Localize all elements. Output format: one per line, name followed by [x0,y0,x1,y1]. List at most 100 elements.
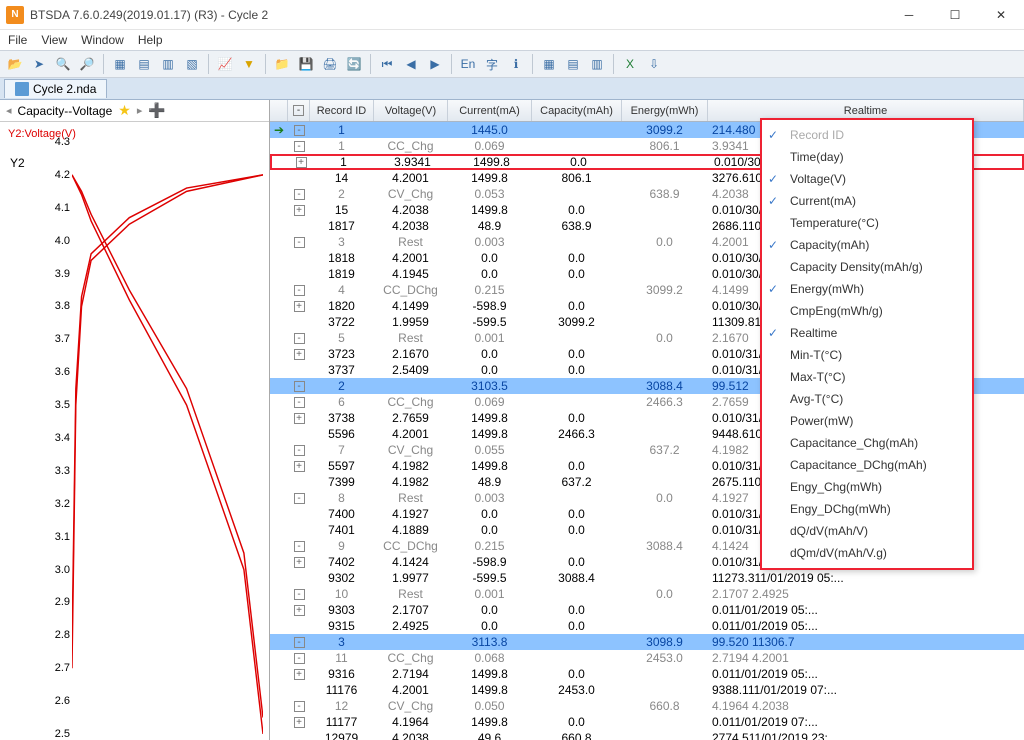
tool-about-icon[interactable]: ℹ [505,53,527,75]
context-menu-label: Capacity Density(mAh/g) [790,260,923,274]
context-menu-item[interactable]: Min-T(°C) [762,344,972,366]
tool-filter-icon[interactable]: ▼ [238,53,260,75]
context-menu-item[interactable]: Engy_Chg(mWh) [762,476,972,498]
tool-save-icon[interactable]: 💾 [295,53,317,75]
cell: 4.1499 [374,299,448,313]
y-tick: 2.5 [55,728,70,740]
cell: 1499.8 [448,683,532,697]
column-context-menu[interactable]: ✓Record IDTime(day)✓Voltage(V)✓Current(m… [760,118,974,570]
context-menu-item[interactable]: Engy_DChg(mWh) [762,498,972,520]
cell: 2466.3 [622,395,708,409]
table-row[interactable]: +93032.17070.00.00.011/01/2019 05:... [270,602,1024,618]
chart-tab-label[interactable]: Capacity--Voltage [18,104,113,118]
tool-export-icon[interactable]: ⇩ [643,53,665,75]
context-menu-item[interactable]: Capacitance_DChg(mAh) [762,454,972,476]
tool-next-icon[interactable]: ▶ [424,53,446,75]
menu-window[interactable]: Window [81,33,124,47]
context-menu-item: ✓Record ID [762,124,972,146]
minimize-button[interactable]: ─ [886,0,932,30]
maximize-button[interactable]: ☐ [932,0,978,30]
grid-header-expand[interactable]: - [288,100,310,121]
context-menu-item[interactable]: Temperature(°C) [762,212,972,234]
context-menu-item[interactable]: Max-T(°C) [762,366,972,388]
separator [370,54,371,74]
table-row[interactable]: -10Rest0.0010.02.1707 2.4925 [270,586,1024,602]
context-menu-item[interactable]: ✓Capacity(mAh) [762,234,972,256]
tool-print-icon[interactable]: 🖨 [319,53,341,75]
tool-layout3-icon[interactable]: ▥ [586,53,608,75]
cell: 0.0 [622,331,708,345]
context-menu-label: dQm/dV(mAh/V.g) [790,546,887,560]
cell: Rest [374,235,448,249]
tool-pointer-icon[interactable]: ➤ [28,53,50,75]
tool-folder-icon[interactable]: 📁 [271,53,293,75]
favorite-icon[interactable]: ★ [118,102,131,119]
close-button[interactable]: ✕ [978,0,1024,30]
col-record-id[interactable]: Record ID [310,100,374,121]
tool-refresh-icon[interactable]: 🔄 [343,53,365,75]
context-menu-item[interactable]: Power(mW) [762,410,972,432]
cell: 0.0 [532,715,622,729]
context-menu-item[interactable]: Time(day) [762,146,972,168]
cell: - [288,589,310,600]
tool-grid1-icon[interactable]: ▦ [109,53,131,75]
tool-grid4-icon[interactable]: ▧ [181,53,203,75]
context-menu-item[interactable]: dQ/dV(mAh/V) [762,520,972,542]
cell: 4.2001 [374,427,448,441]
cell: 4 [310,283,374,297]
tool-en-icon[interactable]: En [457,53,479,75]
table-row[interactable]: -11CC_Chg0.0682453.02.7194 4.2001 [270,650,1024,666]
table-row[interactable]: 111764.20011499.82453.09388.111/01/2019 … [270,682,1024,698]
chart-box[interactable]: Y2 4.34.24.14.03.93.83.73.63.53.43.33.23… [6,142,265,734]
menu-view[interactable]: View [41,33,67,47]
add-tab-icon[interactable]: ➕ [148,102,165,119]
tool-grid3-icon[interactable]: ▥ [157,53,179,75]
cell: 6 [310,395,374,409]
table-row[interactable]: +93162.71941499.80.00.011/01/2019 05:... [270,666,1024,682]
y-tick: 3.7 [55,333,70,345]
tool-layout1-icon[interactable]: ▦ [538,53,560,75]
context-menu-item[interactable]: Capacity Density(mAh/g) [762,256,972,278]
context-menu-item[interactable]: dQm/dV(mAh/V.g) [762,542,972,564]
context-menu-item[interactable]: Avg-T(°C) [762,388,972,410]
tool-excel-icon[interactable]: X [619,53,641,75]
context-menu-item[interactable]: Capacitance_Chg(mAh) [762,432,972,454]
cell: 3088.4 [532,571,622,585]
tool-first-icon[interactable]: ⏮ [376,53,398,75]
context-menu-item[interactable]: ✓Current(mA) [762,190,972,212]
table-row[interactable]: 93021.9977-599.53088.411273.311/01/2019 … [270,570,1024,586]
tool-prev-icon[interactable]: ◀ [400,53,422,75]
context-menu-item[interactable]: ✓Voltage(V) [762,168,972,190]
context-menu-item[interactable]: CmpEng(mWh/g) [762,300,972,322]
table-row[interactable]: 93152.49250.00.00.011/01/2019 05:... [270,618,1024,634]
tool-zoomout-icon[interactable]: 🔎 [76,53,98,75]
window-title: BTSDA 7.6.0.249(2019.01.17) (R3) - Cycle… [30,8,268,22]
cell: 2453.0 [532,683,622,697]
tool-zoom-icon[interactable]: 🔍 [52,53,74,75]
context-menu-item[interactable]: ✓Realtime [762,322,972,344]
tool-layout2-icon[interactable]: ▤ [562,53,584,75]
document-tab[interactable]: Cycle 2.nda [4,79,107,98]
col-energy[interactable]: Energy(mWh) [622,100,708,121]
cell: 0.0 [532,299,622,313]
table-row[interactable]: +111774.19641499.80.00.011/01/2019 07:..… [270,714,1024,730]
tool-lang-icon[interactable]: 字 [481,53,503,75]
cell: 0.215 [448,283,532,297]
col-capacity[interactable]: Capacity(mAh) [532,100,622,121]
menu-help[interactable]: Help [138,33,163,47]
tool-open-icon[interactable]: 📂 [4,53,26,75]
cell: 2 [310,187,374,201]
y-tick: 4.3 [55,136,70,148]
tab-scroll-right-icon[interactable]: ▸ [137,104,143,117]
tool-chart-icon[interactable]: 📈 [214,53,236,75]
col-voltage[interactable]: Voltage(V) [374,100,448,121]
tool-grid2-icon[interactable]: ▤ [133,53,155,75]
cell: 0.0 [532,363,622,377]
col-current[interactable]: Current(mA) [448,100,532,121]
menu-file[interactable]: File [8,33,27,47]
tab-scroll-left-icon[interactable]: ◂ [6,104,12,117]
context-menu-item[interactable]: ✓Energy(mWh) [762,278,972,300]
table-row[interactable]: 129794.203849.6660.82774.511/01/2019 23:… [270,730,1024,740]
table-row[interactable]: -12CV_Chg0.050660.84.1964 4.2038 [270,698,1024,714]
table-row[interactable]: -33113.83098.999.520 11306.7 [270,634,1024,650]
